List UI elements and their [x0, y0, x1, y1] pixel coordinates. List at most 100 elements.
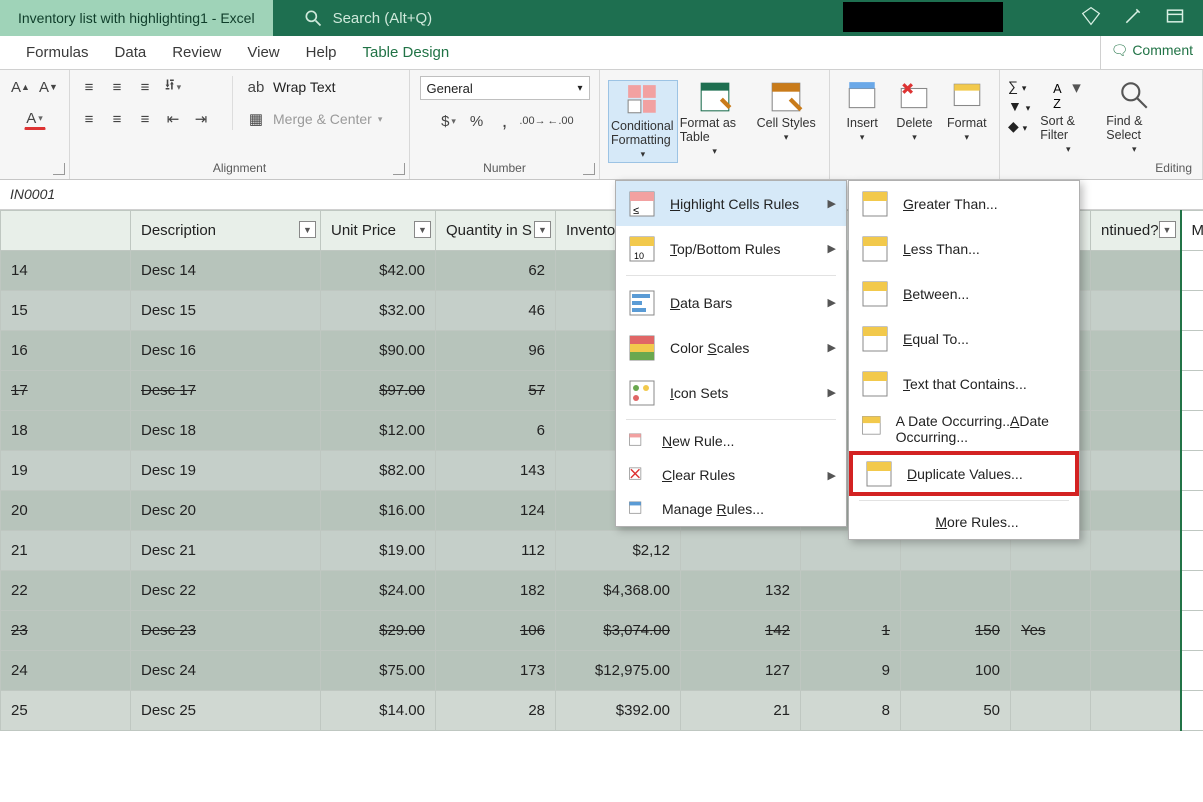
cell[interactable] [1181, 331, 1203, 371]
cell[interactable]: $32.00 [321, 291, 436, 331]
cell[interactable]: $82.00 [321, 451, 436, 491]
align-bottom-icon[interactable]: ≡ [134, 76, 156, 98]
cell[interactable]: 132 [681, 571, 801, 611]
cell[interactable]: Desc 16 [131, 331, 321, 371]
cell[interactable]: 182 [436, 571, 556, 611]
align-center-icon[interactable]: ≡ [106, 108, 128, 130]
cell[interactable]: $90.00 [321, 331, 436, 371]
cell[interactable]: $19.00 [321, 531, 436, 571]
cell[interactable] [901, 571, 1011, 611]
tab-review[interactable]: Review [172, 44, 221, 61]
delete-button[interactable]: Delete▾ [890, 80, 938, 143]
menu-item[interactable]: Manage Rules... [616, 492, 846, 526]
align-middle-icon[interactable]: ≡ [106, 76, 128, 98]
cell[interactable]: $12.00 [321, 411, 436, 451]
tab-table-design[interactable]: Table Design [363, 44, 450, 61]
menu-item[interactable]: Icon Sets▶ [616, 370, 846, 415]
cell[interactable]: 150 [901, 611, 1011, 651]
menu-item[interactable]: Color Scales▶ [616, 325, 846, 370]
cell[interactable]: 15 [1, 291, 131, 331]
font-launcher-icon[interactable] [53, 163, 65, 175]
cell[interactable]: Desc 14 [131, 251, 321, 291]
cell[interactable] [1181, 691, 1203, 731]
cell[interactable] [1091, 371, 1181, 411]
cell[interactable]: $14.00 [321, 691, 436, 731]
font-shrink-icon[interactable]: A▼ [38, 76, 60, 98]
cell[interactable]: 17 [1, 371, 131, 411]
filter-icon[interactable]: ▼ [414, 221, 431, 238]
conditional-formatting-button[interactable]: Conditional Formatting▾ [608, 80, 678, 163]
cell[interactable] [1091, 651, 1181, 691]
cell[interactable]: 106 [436, 611, 556, 651]
indent-decrease-icon[interactable]: ⇤ [162, 108, 184, 130]
cell[interactable]: 16 [1, 331, 131, 371]
menu-item[interactable]: Data Bars▶ [616, 280, 846, 325]
cell[interactable]: Desc 19 [131, 451, 321, 491]
cell[interactable]: Desc 15 [131, 291, 321, 331]
cell[interactable]: $97.00 [321, 371, 436, 411]
cell[interactable] [1091, 531, 1181, 571]
cell[interactable]: 6 [436, 411, 556, 451]
merge-center-button[interactable]: ▦Merge & Center ▾ [245, 108, 382, 130]
cell[interactable] [1181, 251, 1203, 291]
cell[interactable]: 21 [681, 691, 801, 731]
align-right-icon[interactable]: ≡ [134, 108, 156, 130]
comma-icon[interactable]: , [494, 110, 516, 132]
increase-decimal-icon[interactable]: .00→ [522, 110, 544, 132]
cell[interactable]: $75.00 [321, 651, 436, 691]
cell[interactable]: 143 [436, 451, 556, 491]
cell[interactable]: 124 [436, 491, 556, 531]
cell[interactable]: 14 [1, 251, 131, 291]
menu-item[interactable]: Less Than... [849, 226, 1079, 271]
table-row[interactable]: 22Desc 22$24.00182$4,368.00132 [1, 571, 1203, 611]
cell[interactable] [1181, 291, 1203, 331]
cell[interactable]: Yes [1011, 611, 1091, 651]
format-button[interactable]: Format▾ [943, 80, 991, 143]
cell[interactable] [1011, 571, 1091, 611]
cell[interactable]: Desc 17 [131, 371, 321, 411]
cell[interactable]: 21 [1, 531, 131, 571]
menu-item[interactable]: Equal To... [849, 316, 1079, 361]
cell[interactable]: $29.00 [321, 611, 436, 651]
menu-item[interactable]: New Rule... [616, 424, 846, 458]
wrap-text-button[interactable]: abWrap Text [245, 76, 382, 98]
cell[interactable]: 8 [801, 691, 901, 731]
cell[interactable]: Desc 25 [131, 691, 321, 731]
cell[interactable] [1091, 691, 1181, 731]
cell[interactable]: 62 [436, 251, 556, 291]
cell[interactable]: 23 [1, 611, 131, 651]
indent-increase-icon[interactable]: ⇥ [190, 108, 212, 130]
cell[interactable] [1011, 651, 1091, 691]
column-header[interactable]: ntinued?▼ [1091, 211, 1181, 251]
currency-icon[interactable]: $ [438, 110, 460, 132]
cell[interactable]: $4,368.00 [556, 571, 681, 611]
window-icon[interactable] [1165, 6, 1185, 26]
cell[interactable]: 173 [436, 651, 556, 691]
decrease-decimal-icon[interactable]: ←.00 [550, 110, 572, 132]
cell[interactable] [1091, 451, 1181, 491]
cell[interactable]: $24.00 [321, 571, 436, 611]
cell[interactable] [1181, 411, 1203, 451]
font-grow-icon[interactable]: A▲ [10, 76, 32, 98]
cell[interactable] [1091, 251, 1181, 291]
sort-filter-button[interactable]: AZSort & Filter▾ [1040, 78, 1096, 155]
clear-button[interactable]: ◆ ▾ [1008, 118, 1030, 135]
tab-formulas[interactable]: Formulas [26, 44, 89, 61]
cell[interactable]: 96 [436, 331, 556, 371]
cell[interactable]: $392.00 [556, 691, 681, 731]
table-row[interactable]: 25Desc 25$14.0028$392.0021850 [1, 691, 1203, 731]
orientation-icon[interactable]: ⭿ [162, 76, 184, 98]
cell[interactable]: 24 [1, 651, 131, 691]
diamond-icon[interactable] [1081, 6, 1101, 26]
menu-item-more-rules[interactable]: More Rules... [849, 505, 1079, 539]
cell[interactable]: 22 [1, 571, 131, 611]
cell[interactable] [801, 571, 901, 611]
font-color-button[interactable]: A [24, 108, 46, 130]
menu-item[interactable]: Greater Than... [849, 181, 1079, 226]
table-row[interactable]: 24Desc 24$75.00173$12,975.001279100 [1, 651, 1203, 691]
percent-icon[interactable]: % [466, 110, 488, 132]
cell[interactable]: $3,074.00 [556, 611, 681, 651]
cell[interactable]: Desc 20 [131, 491, 321, 531]
column-header[interactable] [1, 211, 131, 251]
menu-item[interactable]: ≤Highlight Cells Rules▶ [616, 181, 846, 226]
